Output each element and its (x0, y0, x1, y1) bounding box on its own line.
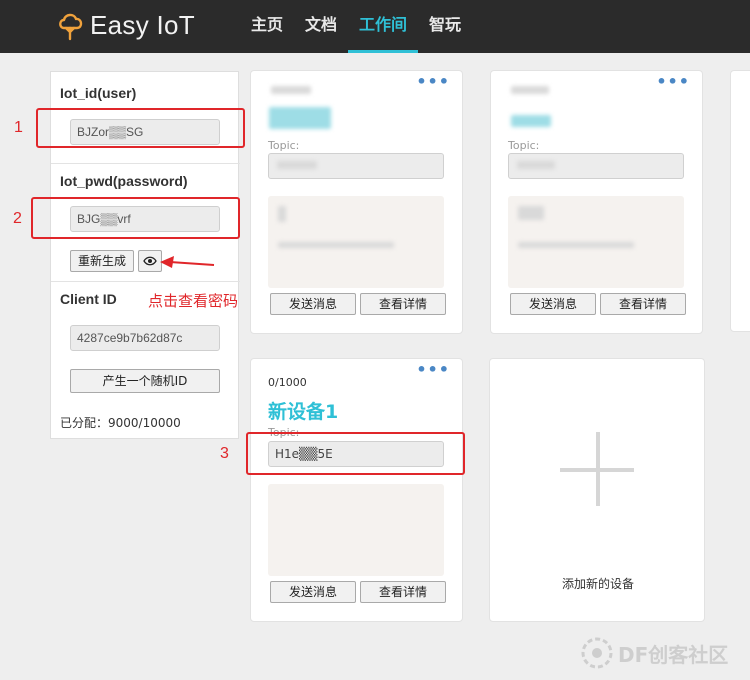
view-details-button[interactable]: 查看详情 (360, 293, 446, 315)
view-details-button[interactable]: 查看详情 (600, 293, 686, 315)
divider (51, 281, 240, 282)
message-area (508, 196, 684, 288)
plus-icon (560, 468, 634, 472)
nav-docs[interactable]: 文档 (294, 0, 348, 53)
eye-icon (143, 256, 157, 266)
device-card-partial[interactable] (730, 70, 750, 332)
more-options-icon[interactable]: ••• (416, 74, 450, 90)
more-options-icon[interactable]: ••• (416, 362, 450, 378)
topic-field[interactable] (508, 153, 684, 179)
blurred-device-name (511, 115, 551, 127)
blurred-text (518, 242, 634, 248)
client-id-label: Client ID (60, 291, 117, 307)
blurred-text (518, 206, 544, 220)
annotation-hint: 点击查看密码 (148, 292, 239, 310)
top-navigation-bar: Easy IoT 主页 文档 工作间 智玩 (0, 0, 750, 53)
blurred-topic (277, 161, 317, 169)
watermark-text: DF创客社区 (618, 642, 729, 667)
annotation-arrow-icon (160, 256, 215, 268)
send-message-button[interactable]: 发送消息 (510, 293, 596, 315)
device-name: 新设备1 (268, 401, 339, 423)
view-details-button[interactable]: 查看详情 (360, 581, 446, 603)
device-card[interactable]: ••• Topic: 发送消息 查看详情 (250, 70, 463, 334)
send-message-button[interactable]: 发送消息 (270, 293, 356, 315)
cloud-tree-icon (59, 13, 83, 40)
divider (51, 163, 240, 164)
annotation-number-3: 3 (220, 445, 229, 462)
add-device-label: 添加新的设备 (561, 577, 634, 591)
logo-text: Easy IoT (90, 10, 195, 40)
annotation-number-2: 2 (13, 210, 22, 227)
blurred-text (278, 206, 286, 222)
topic-label: Topic: (508, 139, 540, 152)
annotation-box-1 (36, 108, 245, 148)
nav-smart-play[interactable]: 智玩 (418, 0, 472, 53)
client-id-field[interactable]: 4287ce9b7b62d87c (70, 325, 220, 351)
topic-label: Topic: (268, 139, 300, 152)
topic-field[interactable] (268, 153, 444, 179)
message-area (268, 196, 444, 288)
blurred-topic (517, 161, 555, 169)
generate-random-id-button[interactable]: 产生一个随机ID (70, 369, 220, 393)
device-card[interactable]: ••• 0/1000 新设备1 Topic: H1e▒▒5E 发送消息 查看详情 (250, 358, 463, 622)
send-message-button[interactable]: 发送消息 (270, 581, 356, 603)
annotation-number-1: 1 (14, 119, 23, 136)
add-device-card[interactable]: 添加新的设备 (489, 358, 705, 622)
annotation-box-3 (246, 432, 465, 475)
blurred-device-name (269, 107, 331, 129)
blurred-counter (511, 86, 549, 94)
blurred-counter (271, 86, 311, 94)
more-options-icon[interactable]: ••• (656, 74, 690, 90)
iot-id-label: Iot_id(user) (60, 85, 137, 101)
main-nav: 主页 文档 工作间 智玩 (240, 0, 472, 53)
logo[interactable]: Easy IoT (58, 10, 195, 41)
blurred-text (278, 242, 394, 248)
quota-text: 已分配：9000/10000 (60, 416, 181, 430)
device-card[interactable]: ••• Topic: 发送消息 查看详情 (490, 70, 703, 334)
message-counter: 0/1000 (268, 376, 307, 389)
annotation-box-2 (31, 197, 240, 239)
regenerate-button[interactable]: 重新生成 (70, 250, 134, 272)
iot-pwd-label: Iot_pwd(password) (60, 173, 188, 189)
watermark-logo-icon (581, 637, 613, 669)
nav-workspace[interactable]: 工作间 (348, 0, 419, 53)
nav-home[interactable]: 主页 (240, 0, 294, 53)
watermark: DF创客社区 (580, 636, 728, 670)
message-area (268, 484, 444, 576)
